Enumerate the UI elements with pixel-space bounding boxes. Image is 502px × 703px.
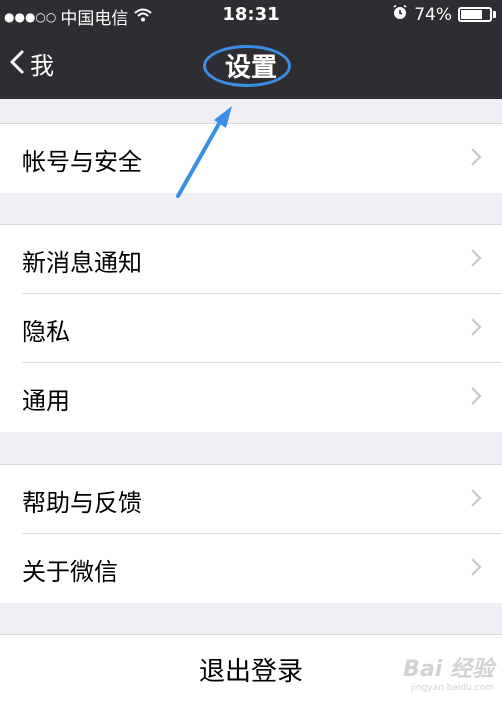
menu-item-new-message-notifications[interactable]: 新消息通知 [0,225,502,294]
battery-tip [493,11,496,18]
status-right: 74% [392,4,496,25]
watermark-url: jingyan.baidu.com [410,683,494,693]
chevron-right-icon [470,386,482,410]
menu-item-label: 通用 [22,387,70,415]
menu-item-label: 隐私 [22,318,70,346]
chevron-right-icon [470,248,482,272]
battery-icon [458,7,492,22]
menu-item-label: 关于微信 [22,558,118,586]
menu-item-help-feedback[interactable]: 帮助与反馈 [0,465,502,534]
menu-item-general[interactable]: 通用 [0,363,502,432]
menu-item-account-security[interactable]: 帐号与安全 [0,124,502,193]
alarm-icon [392,4,408,25]
chevron-right-icon [470,488,482,512]
menu-item-label: 帐号与安全 [22,148,142,176]
watermark-logo: Bai 经验 jingyan.baidu.com [403,651,494,693]
chevron-right-icon [470,147,482,171]
battery-fill [461,10,482,19]
menu-item-privacy[interactable]: 隐私 [0,294,502,363]
menu-item-label: 新消息通知 [22,249,142,277]
chevron-right-icon [470,317,482,341]
battery-percent: 74% [414,4,452,25]
navigation-bar: 我 设置 [0,30,502,99]
menu-item-label: 帮助与反馈 [22,489,142,517]
menu-item-about-wechat[interactable]: 关于微信 [0,534,502,603]
logout-label: 退出登录 [198,657,303,687]
chevron-right-icon [470,557,482,581]
watermark-brand: Bai 经验 [403,657,494,682]
annotation-ring [203,45,291,87]
status-bar: ●●●○○ 中国电信 18:31 74% [0,0,502,30]
